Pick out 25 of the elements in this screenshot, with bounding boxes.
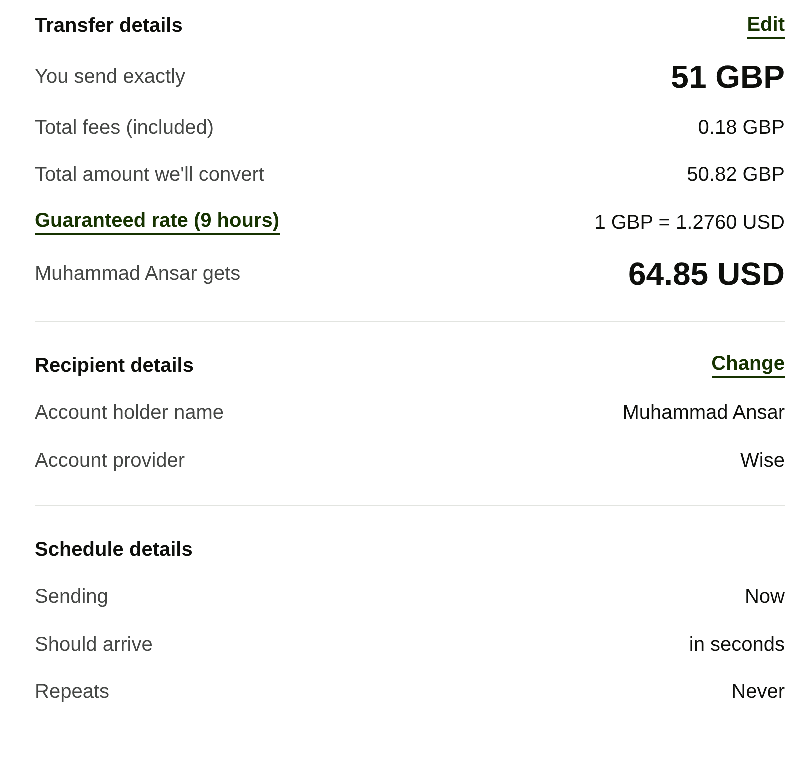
- row-label: Total amount we'll convert: [35, 163, 264, 188]
- row-value: 0.18 GBP: [698, 116, 785, 141]
- row-label: Muhammad Ansar gets: [35, 262, 241, 286]
- section-title: Recipient details: [35, 354, 194, 378]
- row-value: Now: [744, 585, 785, 610]
- rate-link[interactable]: Guaranteed rate (9 hours): [35, 210, 280, 236]
- amount-value: 51 GBP: [671, 58, 785, 97]
- row-value: 1 GBP = 1.2760 USD: [594, 210, 785, 236]
- section-action-link[interactable]: Edit: [747, 14, 785, 38]
- row-value: 50.82 GBP: [687, 163, 785, 188]
- section-action-link[interactable]: Change: [712, 353, 785, 378]
- amount-value: 64.85 USD: [628, 254, 785, 294]
- row-label: Account provider: [35, 448, 186, 474]
- row-label: Repeats: [35, 680, 110, 706]
- row-value: Wise: [740, 448, 785, 474]
- row-label: Should arrive: [35, 632, 153, 658]
- row-label: You send exactly: [35, 65, 186, 90]
- row-label: Total fees (included): [35, 116, 214, 141]
- section-title: Schedule details: [35, 538, 193, 562]
- row-value: in seconds: [689, 632, 785, 658]
- row-label: Account holder name: [35, 401, 224, 426]
- row-value: Muhammad Ansar: [622, 401, 785, 426]
- row-label: Sending: [35, 585, 108, 610]
- section-title: Transfer details: [35, 14, 183, 39]
- row-value: Never: [732, 680, 785, 706]
